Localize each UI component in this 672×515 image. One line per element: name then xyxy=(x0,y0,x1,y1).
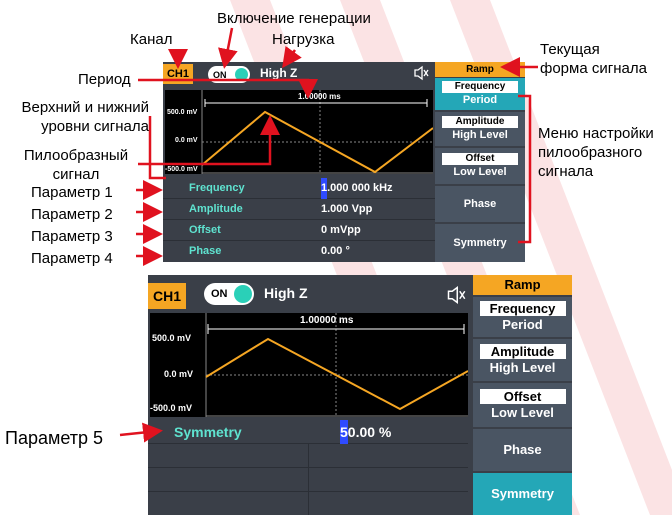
annotation-load: Нагрузка xyxy=(272,31,335,48)
output-toggle[interactable]: ON xyxy=(204,283,254,305)
param-row-phase[interactable]: Phase 0.00 ° xyxy=(163,241,435,262)
waveform-display: 1.00000 ms 500.0 mV 0.0 mV -500.0 mV xyxy=(165,90,434,174)
annotation-output-enable: Включение генерации xyxy=(217,10,371,27)
menu-offset-lowlevel[interactable]: Offset Low Level xyxy=(435,148,525,184)
load-indicator[interactable]: High Z xyxy=(264,285,308,301)
table-divider xyxy=(308,444,309,515)
output-label: ON xyxy=(211,288,228,300)
annotation-param3: Параметр 3 xyxy=(31,228,113,245)
menu-bottom-label: High Level xyxy=(489,360,556,375)
edit-cursor: 5 xyxy=(340,420,348,444)
menu-bottom-label: Symmetry xyxy=(491,486,554,501)
annotation-ramp-menu: Меню настройки пилообразного сигнала xyxy=(538,125,654,180)
waveform-svg xyxy=(205,313,469,417)
y-label-mid: 0.0 mV xyxy=(175,137,198,144)
menu-bottom-label: Period xyxy=(462,94,498,106)
annotation-param5: Параметр 5 xyxy=(5,428,104,448)
menu-amplitude-highlevel[interactable]: Amplitude High Level xyxy=(435,112,525,146)
param-row-offset[interactable]: Offset 0 mVpp xyxy=(163,220,435,241)
channel-badge[interactable]: CH1 xyxy=(163,64,193,84)
screen-top: CH1 ON High Z 1.00000 ms 500.0 mV 0.0 mV… xyxy=(163,62,525,262)
param-row-frequency[interactable]: Frequency 1.000 000 kHz xyxy=(163,178,435,199)
annotation-current-waveform: Текущая форма сигнала xyxy=(540,41,647,77)
annotation-period: Период xyxy=(78,71,131,88)
y-label-bottom: -500.0 mV xyxy=(165,166,198,173)
param-name: Frequency xyxy=(189,182,245,194)
menu-top-label: Frequency xyxy=(479,301,566,316)
menu-top-label: Amplitude xyxy=(479,344,566,359)
menu-amplitude-highlevel[interactable]: Amplitude High Level xyxy=(473,339,572,381)
menu-title-ramp[interactable]: Ramp xyxy=(473,275,572,295)
menu-bottom-label: Phase xyxy=(463,198,497,210)
menu-top-label: Frequency xyxy=(442,81,518,93)
menu-symmetry[interactable]: Symmetry xyxy=(473,473,572,515)
annotation-channel: Канал xyxy=(130,31,173,48)
toggle-knob-icon xyxy=(234,285,252,303)
mute-speaker-icon[interactable] xyxy=(446,285,466,305)
menu-bottom-label: Low Level xyxy=(453,166,507,178)
menu-bottom-label: Phase xyxy=(503,442,542,457)
toggle-knob-icon xyxy=(235,68,248,81)
waveform-display: 1.00000 ms 500.0 mV 0.0 mV -500.0 mV xyxy=(150,313,469,417)
period-readout: 1.00000 ms xyxy=(300,315,354,326)
param-row-symmetry[interactable]: Symmetry 50.00 % xyxy=(148,420,468,444)
menu-top-label: Amplitude xyxy=(442,116,518,128)
param-row-amplitude[interactable]: Amplitude 1.000 Vpp xyxy=(163,199,435,220)
softkey-menu: Ramp Frequency Period Amplitude High Lev… xyxy=(473,275,572,515)
param-table: Symmetry 50.00 % xyxy=(148,420,468,515)
param-value[interactable]: 50.00 % xyxy=(340,420,391,444)
param-name: Offset xyxy=(189,224,221,236)
y-label-top: 500.0 mV xyxy=(167,109,198,116)
channel-badge[interactable]: CH1 xyxy=(148,283,186,309)
param-name: Symmetry xyxy=(174,424,242,440)
y-label-top: 500.0 mV xyxy=(152,333,192,343)
softkey-menu: Ramp Frequency Period Amplitude High Lev… xyxy=(435,62,525,262)
annotation-levels: Верхний и нижний уровни сигнала xyxy=(21,99,149,135)
menu-bottom-label: High Level xyxy=(452,129,508,141)
menu-title-ramp[interactable]: Ramp xyxy=(435,62,525,77)
param-value[interactable]: 1.000 000 kHz xyxy=(321,178,393,199)
param-name: Amplitude xyxy=(189,203,243,215)
mute-speaker-icon[interactable] xyxy=(413,65,429,81)
param-table: Frequency 1.000 000 kHz Amplitude 1.000 … xyxy=(163,178,435,262)
menu-frequency-period[interactable]: Frequency Period xyxy=(435,78,525,110)
arrow-output xyxy=(218,27,238,69)
annotation-param4: Параметр 4 xyxy=(31,250,113,267)
ramp-waveform xyxy=(205,337,469,411)
output-label: ON xyxy=(213,69,227,80)
param-value[interactable]: 0 mVpp xyxy=(321,220,361,240)
annotation-ramp-signal: Пилообразный сигнал xyxy=(23,147,129,183)
menu-phase[interactable]: Phase xyxy=(435,186,525,222)
waveform-svg xyxy=(201,90,434,174)
screen-bottom: CH1 ON High Z 1.00000 ms 500.0 mV 0.0 mV… xyxy=(148,275,572,515)
menu-top-label: Offset xyxy=(442,153,518,165)
param-name: Phase xyxy=(189,245,222,257)
menu-bottom-label: Symmetry xyxy=(453,237,507,249)
period-readout: 1.00000 ms xyxy=(298,92,341,101)
param-value[interactable]: 0.00 ° xyxy=(321,241,350,262)
param-value[interactable]: 1.000 Vpp xyxy=(321,199,372,219)
menu-top-label: Offset xyxy=(479,389,566,404)
menu-frequency-period[interactable]: Frequency Period xyxy=(473,297,572,337)
annotation-param1: Параметр 1 xyxy=(31,184,113,201)
y-label-mid: 0.0 mV xyxy=(164,369,194,379)
menu-symmetry[interactable]: Symmetry xyxy=(435,224,525,262)
menu-phase[interactable]: Phase xyxy=(473,429,572,471)
load-indicator[interactable]: High Z xyxy=(260,66,297,80)
annotation-param2: Параметр 2 xyxy=(31,206,113,223)
y-label-bottom: -500.0 mV xyxy=(150,403,193,413)
menu-bottom-label: Period xyxy=(502,317,543,332)
menu-offset-lowlevel[interactable]: Offset Low Level xyxy=(473,383,572,427)
output-toggle[interactable]: ON xyxy=(208,66,250,83)
menu-bottom-label: Low Level xyxy=(491,405,554,420)
